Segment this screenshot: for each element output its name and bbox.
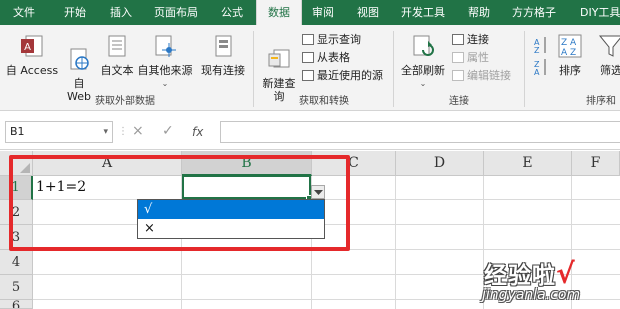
- edit-links-label: 编辑链接: [467, 69, 511, 82]
- column-header-d[interactable]: D: [396, 151, 484, 176]
- ribbon: A 自 Access 自 Web 自文本 自其他来源 ⌄ 现有连接 获取外部数据…: [0, 25, 620, 111]
- existing-connections-button[interactable]: 现有连接: [199, 33, 247, 77]
- existing-connections-label: 现有连接: [201, 64, 245, 77]
- tab-formulas[interactable]: 公式: [221, 0, 243, 25]
- from-table-label: 从表格: [317, 51, 350, 64]
- filter-button[interactable]: 筛选: [596, 33, 620, 77]
- ribbon-separator: [524, 31, 525, 107]
- menu-bar: 文件 开始 插入 页面布局 公式 数据 审阅 视图 开发工具 帮助 方方格子 D…: [0, 0, 620, 25]
- formula-buttons: × ✓ fx: [124, 121, 216, 143]
- connections-label: 连接: [467, 33, 489, 46]
- tab-home[interactable]: 开始: [64, 0, 86, 25]
- watermark: 经验啦√ jingyanla.com: [478, 256, 620, 308]
- cancel-icon[interactable]: ×: [132, 123, 144, 139]
- access-icon: A: [21, 35, 43, 57]
- insert-function-icon[interactable]: fx: [192, 125, 203, 139]
- svg-text:A Z: A Z: [561, 48, 576, 58]
- tab-help[interactable]: 帮助: [468, 0, 490, 25]
- ribbon-separator: [253, 31, 254, 107]
- from-other-sources-label: 自其他来源: [137, 64, 193, 77]
- watermark-main-text: 经验啦: [484, 263, 556, 289]
- watermark-check-icon: √: [556, 257, 576, 290]
- recent-sources-icon: [302, 70, 314, 81]
- chevron-down-icon[interactable]: ▾: [103, 122, 108, 142]
- svg-text:Z A: Z A: [561, 38, 577, 48]
- tab-page-layout[interactable]: 页面布局: [154, 0, 198, 25]
- edit-links-button[interactable]: 编辑链接: [452, 68, 511, 84]
- sort-az-icon: A Z Z A: [534, 37, 546, 77]
- tab-diy-toolbox[interactable]: DIY工具箱: [580, 0, 620, 25]
- highlight-annotation-box: [9, 155, 350, 251]
- properties-button[interactable]: 属性: [452, 50, 489, 66]
- properties-icon: [452, 52, 464, 63]
- formula-input[interactable]: [220, 121, 620, 143]
- tab-fangfang[interactable]: 方方格子: [512, 0, 556, 25]
- tab-data[interactable]: 数据: [256, 0, 302, 25]
- group-label-sort-filter: 排序和: [586, 96, 616, 107]
- group-label-connections: 连接: [449, 96, 469, 107]
- from-table-button[interactable]: 从表格: [302, 50, 350, 66]
- sort-ascending-button[interactable]: A Z Z A: [530, 35, 552, 78]
- from-other-sources-button[interactable]: 自其他来源 ⌄: [137, 33, 193, 90]
- funnel-icon: [598, 35, 620, 57]
- from-access-label: 自 Access: [5, 64, 59, 77]
- from-access-button[interactable]: A 自 Access: [4, 33, 60, 77]
- show-queries-label: 显示查询: [317, 33, 361, 46]
- tab-review[interactable]: 审阅: [312, 0, 334, 25]
- gridline: [395, 176, 396, 309]
- refresh-all-label: 全部刷新: [401, 64, 445, 77]
- tab-insert[interactable]: 插入: [110, 0, 132, 25]
- recent-sources-label: 最近使用的源: [317, 69, 383, 82]
- table-icon: [302, 52, 314, 63]
- watermark-url: jingyanla.com: [482, 287, 581, 303]
- row-header-5[interactable]: 5: [0, 275, 33, 300]
- ribbon-separator: [393, 31, 394, 107]
- svg-text:A: A: [534, 68, 540, 75]
- watermark-text: 经验啦√: [484, 256, 576, 290]
- refresh-all-button[interactable]: 全部刷新 ⌄: [398, 33, 448, 90]
- column-header-e[interactable]: E: [484, 151, 572, 176]
- sort-label: 排序: [559, 64, 581, 77]
- from-text-label: 自文本: [100, 64, 134, 77]
- show-queries-button[interactable]: 显示查询: [302, 32, 361, 48]
- recent-sources-button[interactable]: 最近使用的源: [302, 68, 383, 84]
- formula-bar: B1 ▾ ⋮ × ✓ fx: [0, 112, 620, 150]
- group-label-get-external: 获取外部数据: [95, 96, 155, 107]
- sort-button[interactable]: Z A A Z 排序: [556, 33, 584, 77]
- new-query-icon: [268, 49, 290, 68]
- properties-label: 属性: [467, 51, 489, 64]
- existing-connections-icon: [215, 35, 232, 57]
- svg-text:Z: Z: [534, 46, 540, 55]
- from-text-button[interactable]: 自文本: [98, 33, 136, 77]
- other-sources-icon: [155, 35, 176, 57]
- name-box[interactable]: B1 ▾: [5, 121, 113, 143]
- connections-icon: [452, 34, 464, 45]
- group-label-get-transform: 获取和转换: [299, 96, 349, 107]
- filter-label: 筛选: [600, 64, 620, 77]
- tab-file[interactable]: 文件: [13, 0, 35, 25]
- chevron-down-icon: ⌄: [161, 79, 169, 88]
- show-queries-icon: [302, 34, 314, 45]
- text-file-icon: [108, 35, 126, 57]
- web-icon: [70, 48, 89, 70]
- column-header-f[interactable]: F: [572, 151, 620, 176]
- svg-text:A: A: [24, 42, 31, 53]
- tab-developer[interactable]: 开发工具: [401, 0, 445, 25]
- row-header-6[interactable]: 6: [0, 300, 33, 309]
- tab-view[interactable]: 视图: [357, 0, 379, 25]
- chevron-down-icon: ⌄: [419, 79, 427, 88]
- sort-icon: Z A A Z: [558, 34, 582, 58]
- row-header-4[interactable]: 4: [0, 250, 33, 275]
- refresh-icon: [413, 35, 434, 56]
- edit-links-icon: [452, 70, 464, 81]
- connections-button[interactable]: 连接: [452, 32, 489, 48]
- name-box-value: B1: [10, 125, 25, 138]
- enter-icon[interactable]: ✓: [162, 123, 174, 139]
